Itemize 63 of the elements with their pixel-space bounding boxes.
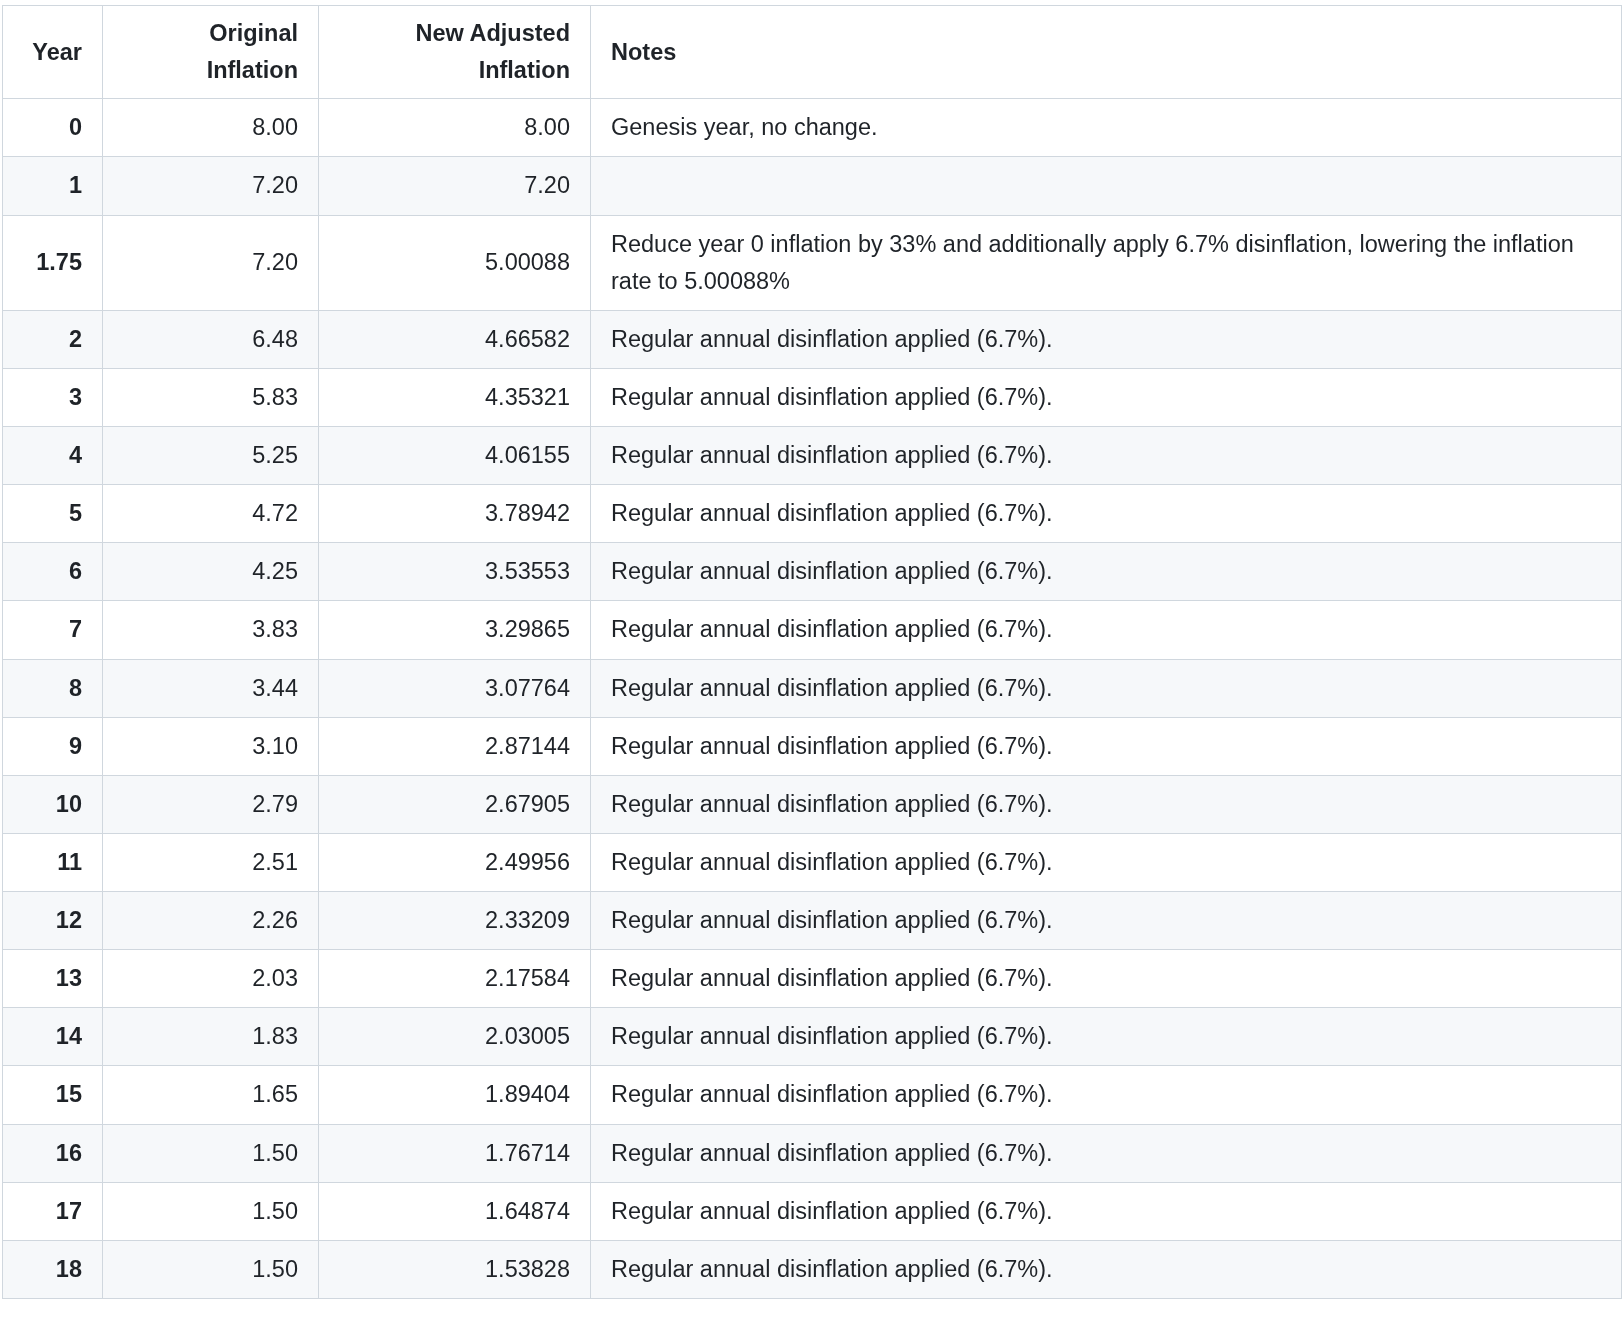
notes-cell: Regular annual disinflation applied (6.7%). (591, 659, 1622, 718)
notes-cell: Regular annual disinflation applied (6.7%). (591, 717, 1622, 776)
notes-cell: Regular annual disinflation applied (6.7%). (591, 1124, 1622, 1183)
notes-cell: Regular annual disinflation applied (6.7%). (591, 310, 1622, 369)
inflation-cell: 4.06155 (319, 427, 591, 486)
year-cell: 16 (3, 1124, 103, 1183)
year-cell: 1 (3, 157, 103, 216)
inflation-cell: 1.50 (103, 1182, 319, 1241)
inflation-cell: 3.83 (103, 601, 319, 660)
year-cell: 7 (3, 601, 103, 660)
column-header: Notes (591, 6, 1622, 100)
year-cell: 10 (3, 775, 103, 834)
inflation-cell: 2.79 (103, 775, 319, 834)
inflation-cell: 1.53828 (319, 1240, 591, 1299)
column-header: Original Inflation (103, 6, 319, 100)
inflation-cell: 5.25 (103, 427, 319, 486)
year-cell: 12 (3, 892, 103, 951)
inflation-cell: 1.65 (103, 1066, 319, 1125)
inflation-cell: 4.66582 (319, 310, 591, 369)
inflation-cell: 5.00088 (319, 215, 591, 311)
notes-cell: Regular annual disinflation applied (6.7%). (591, 775, 1622, 834)
notes-cell: Regular annual disinflation applied (6.7%). (591, 601, 1622, 660)
notes-cell: Reduce year 0 inflation by 33% and additionally apply 6.7% disinflation, lowering the inflation rate to 5.00088% (591, 215, 1622, 311)
inflation-cell: 3.10 (103, 717, 319, 776)
year-cell: 4 (3, 427, 103, 486)
column-header: New Adjusted Inflation (319, 6, 591, 100)
inflation-cell: 1.89404 (319, 1066, 591, 1125)
inflation-cell: 6.48 (103, 310, 319, 369)
year-cell: 1.75 (3, 215, 103, 311)
inflation-cell: 1.50 (103, 1240, 319, 1299)
inflation-cell: 2.26 (103, 892, 319, 951)
inflation-cell: 7.20 (103, 157, 319, 216)
inflation-cell: 2.87144 (319, 717, 591, 776)
notes-cell: Regular annual disinflation applied (6.7%). (591, 1240, 1622, 1299)
inflation-cell: 2.67905 (319, 775, 591, 834)
year-cell: 6 (3, 543, 103, 602)
inflation-cell: 1.83 (103, 1008, 319, 1067)
year-cell: 9 (3, 717, 103, 776)
column-header: Year (3, 6, 103, 100)
inflation-cell: 3.53553 (319, 543, 591, 602)
inflation-cell: 3.44 (103, 659, 319, 718)
inflation-cell: 4.25 (103, 543, 319, 602)
year-cell: 2 (3, 310, 103, 369)
notes-cell: Regular annual disinflation applied (6.7%). (591, 892, 1622, 951)
inflation-cell: 2.03005 (319, 1008, 591, 1067)
inflation-cell: 7.20 (319, 157, 591, 216)
inflation-cell: 3.29865 (319, 601, 591, 660)
inflation-cell: 1.64874 (319, 1182, 591, 1241)
notes-cell: Regular annual disinflation applied (6.7%). (591, 427, 1622, 486)
notes-cell: Regular annual disinflation applied (6.7%). (591, 1066, 1622, 1125)
year-cell: 14 (3, 1008, 103, 1067)
inflation-cell: 7.20 (103, 215, 319, 311)
year-cell: 18 (3, 1240, 103, 1299)
year-cell: 15 (3, 1066, 103, 1125)
year-cell: 17 (3, 1182, 103, 1241)
inflation-cell: 3.07764 (319, 659, 591, 718)
notes-cell: Regular annual disinflation applied (6.7%). (591, 1182, 1622, 1241)
inflation-cell: 2.33209 (319, 892, 591, 951)
inflation-cell: 1.50 (103, 1124, 319, 1183)
year-cell: 8 (3, 659, 103, 718)
notes-cell: Regular annual disinflation applied (6.7%). (591, 543, 1622, 602)
notes-cell: Regular annual disinflation applied (6.7%). (591, 1008, 1622, 1067)
inflation-cell: 1.76714 (319, 1124, 591, 1183)
